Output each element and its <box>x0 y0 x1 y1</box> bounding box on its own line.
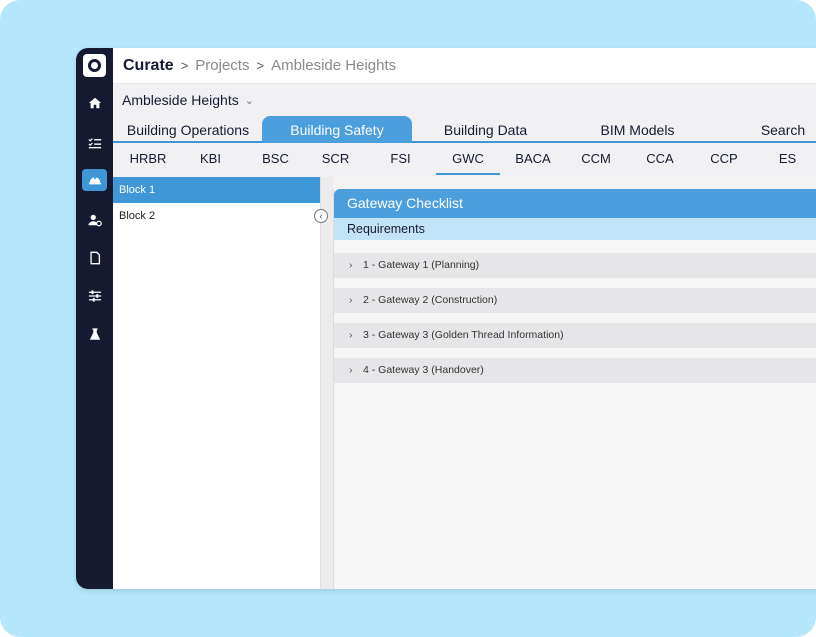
gateway-row[interactable]: › 1 - Gateway 1 (Planning) <box>334 253 816 278</box>
panel-divider[interactable] <box>321 177 333 589</box>
collapse-panel-icon[interactable]: ‹ <box>314 209 328 223</box>
background-canvas: Curate > Projects > Ambleside Heights Am… <box>0 0 816 637</box>
home-icon[interactable] <box>82 92 107 114</box>
breadcrumb: Curate > Projects > Ambleside Heights <box>113 48 816 84</box>
gateway-row[interactable]: › 3 - Gateway 3 (Golden Thread Informatio… <box>334 323 816 348</box>
subtab-scr[interactable]: SCR <box>313 145 358 175</box>
chevron-right-icon: › <box>349 294 353 306</box>
chevron-right-icon: › <box>349 259 353 271</box>
breadcrumb-separator: > <box>256 58 265 73</box>
panel-subtitle: Requirements <box>334 218 816 240</box>
tab-search[interactable]: Search <box>753 116 813 143</box>
project-name: Ambleside Heights <box>122 92 239 108</box>
tab-building-data[interactable]: Building Data <box>433 116 538 143</box>
subtab-cca[interactable]: CCA <box>635 145 685 175</box>
project-selector[interactable]: Ambleside Heights ⌄ <box>122 92 254 108</box>
subtab-ccp[interactable]: CCP <box>699 145 749 175</box>
block-item-1[interactable]: Block 1 <box>113 177 320 203</box>
chevron-down-icon: ⌄ <box>244 94 254 107</box>
tab-bim-models[interactable]: BIM Models <box>585 116 690 143</box>
checklist-icon[interactable] <box>82 132 107 154</box>
content-area: Gateway Checklist Requirements › 1 - Gate… <box>333 177 816 589</box>
gateway-row[interactable]: › 4 - Gateway 3 (Handover) <box>334 358 816 383</box>
sliders-icon[interactable] <box>82 285 107 307</box>
panel-title: Gateway Checklist <box>334 189 816 218</box>
chevron-right-icon: › <box>349 329 353 341</box>
gateway-row-label: 1 - Gateway 1 (Planning) <box>363 259 480 271</box>
tab-building-safety[interactable]: Building Safety <box>262 116 412 143</box>
block-list: Block 1 Block 2 <box>113 177 321 589</box>
subtab-bsc[interactable]: BSC <box>253 145 298 175</box>
chevron-right-icon: › <box>349 364 353 376</box>
subtab-fsi[interactable]: FSI <box>378 145 423 175</box>
app-name[interactable]: Curate <box>123 57 174 75</box>
gateway-checklist-panel: Gateway Checklist Requirements › 1 - Gate… <box>333 189 816 589</box>
main-tab-bar: Building Operations Building Safety Buil… <box>113 116 816 143</box>
subtab-ccm[interactable]: CCM <box>571 145 621 175</box>
tab-building-operations[interactable]: Building Operations <box>113 116 263 143</box>
gateway-row-label: 4 - Gateway 3 (Handover) <box>363 364 484 376</box>
navigation-bar: Ambleside Heights ⌄ Building Operations … <box>113 84 816 181</box>
app-logo[interactable] <box>83 54 106 77</box>
flask-icon[interactable] <box>82 323 107 345</box>
subtab-es[interactable]: ES <box>765 145 810 175</box>
app-window: Curate > Projects > Ambleside Heights Am… <box>76 48 816 589</box>
subtab-baca[interactable]: BACA <box>508 145 558 175</box>
subtab-kbi[interactable]: KBI <box>188 145 233 175</box>
document-icon[interactable] <box>82 247 107 269</box>
breadcrumb-projects[interactable]: Projects <box>195 57 249 74</box>
sub-tab-bar: HRBR KBI BSC SCR FSI GWC BACA CCM CCA CC… <box>113 145 816 175</box>
gateway-row-label: 2 - Gateway 2 (Construction) <box>363 294 498 306</box>
gateway-row[interactable]: › 2 - Gateway 2 (Construction) <box>334 288 816 313</box>
nav-rail <box>76 48 113 589</box>
subtab-gwc[interactable]: GWC <box>436 145 500 175</box>
subtab-hrbr[interactable]: HRBR <box>123 145 173 175</box>
hardhat-icon[interactable] <box>82 169 107 191</box>
breadcrumb-current: Ambleside Heights <box>271 57 397 74</box>
gateway-row-label: 3 - Gateway 3 (Golden Thread Information… <box>363 329 564 341</box>
block-item-2[interactable]: Block 2 <box>113 203 320 229</box>
user-settings-icon[interactable] <box>82 209 107 231</box>
breadcrumb-separator: > <box>180 58 189 73</box>
